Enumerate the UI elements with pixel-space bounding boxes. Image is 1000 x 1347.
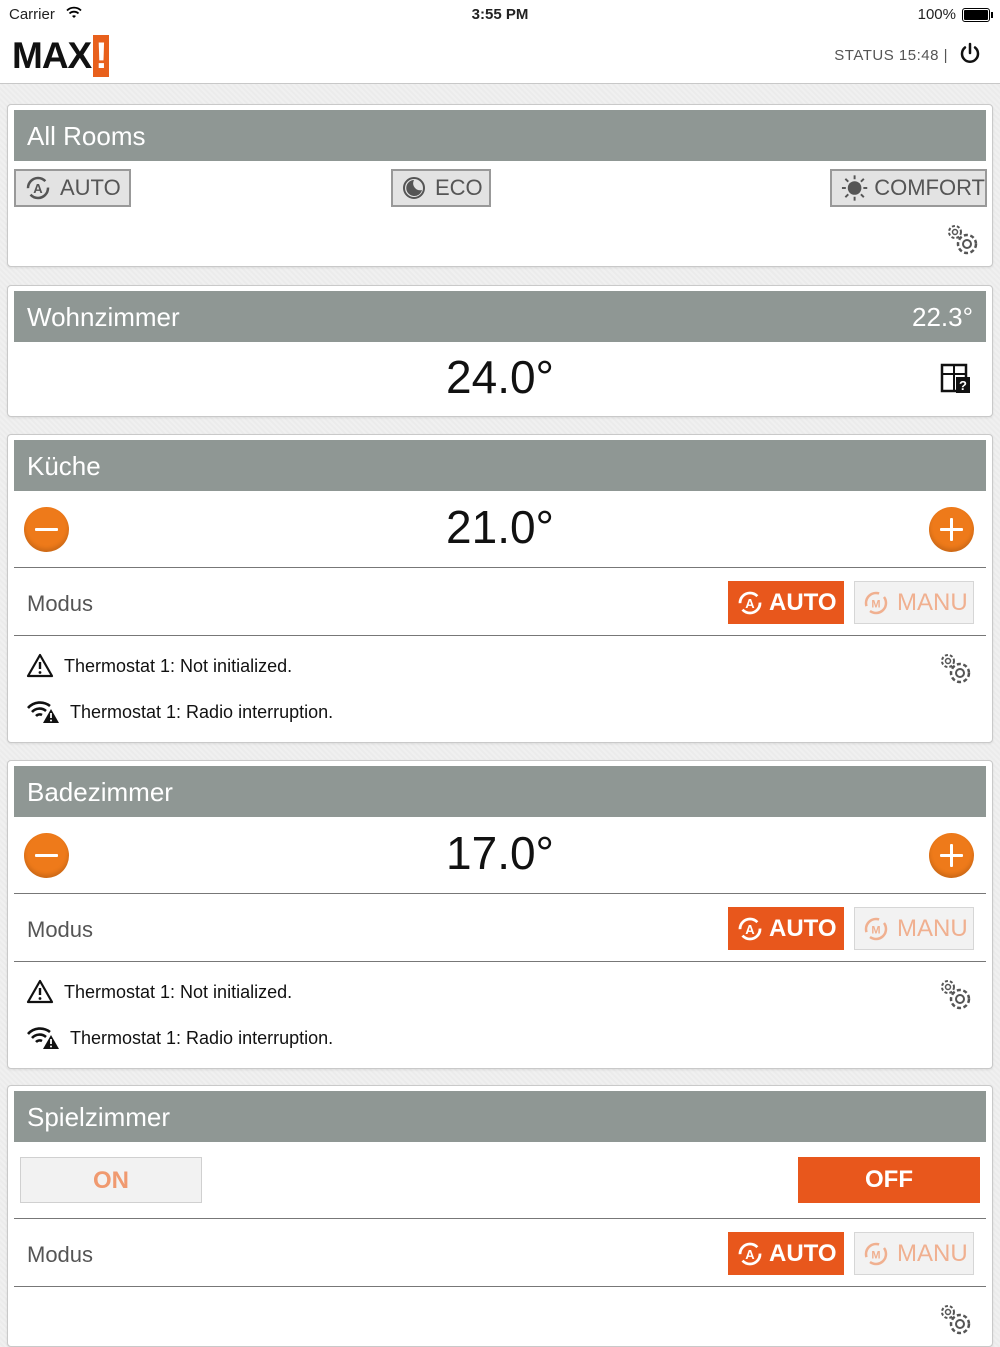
modus-label: Modus (27, 1242, 94, 1267)
warning-icon (26, 653, 54, 678)
divider (14, 635, 986, 636)
window-status-icon[interactable]: ? (940, 363, 972, 395)
room-name: Spielzimmer (27, 1102, 171, 1132)
modus-label: Modus (27, 591, 94, 616)
clock: 3:55 PM (471, 6, 529, 23)
mode-manu-button[interactable]: M MANU (854, 1232, 974, 1275)
increase-temp-button[interactable] (929, 507, 974, 552)
mode-auto-button[interactable]: A AUTO (728, 581, 844, 624)
battery-icon (962, 8, 993, 22)
svg-text:M: M (871, 924, 880, 936)
card-header: All Rooms (14, 110, 986, 161)
status-message: Thermostat 1: Radio interruption. (26, 700, 333, 724)
svg-text:A: A (745, 1247, 755, 1262)
setpoint-temperature: 21.0° (446, 501, 554, 553)
auto-mode-icon: A (738, 591, 762, 614)
card-header: Wohnzimmer 22.3° (14, 291, 986, 342)
gear-icon[interactable] (937, 1302, 973, 1338)
increase-temp-button[interactable] (929, 833, 974, 878)
divider (14, 1218, 986, 1219)
room-card-wohnzimmer: Wohnzimmer 22.3° 24.0° ? (7, 285, 993, 417)
comfort-sun-icon (841, 175, 868, 201)
divider (14, 1286, 986, 1287)
svg-text:A: A (33, 181, 43, 196)
auto-mode-icon: A (738, 1242, 762, 1265)
mode-manu-button[interactable]: M MANU (854, 907, 974, 950)
room-name: Wohnzimmer (27, 302, 180, 332)
gear-icon[interactable] (937, 651, 973, 687)
room-card-spielzimmer: Spielzimmer ON OFF Modus A AUTO M MANU (7, 1085, 993, 1347)
room-name: Badezimmer (27, 777, 173, 807)
all-comfort-button[interactable]: COMFORT (830, 169, 987, 207)
svg-text:A: A (745, 922, 755, 937)
svg-text:M: M (871, 1249, 880, 1261)
max-logo: MAX! (12, 35, 109, 77)
mode-auto-button[interactable]: A AUTO (728, 1232, 844, 1275)
status-message: Thermostat 1: Radio interruption. (26, 1026, 333, 1050)
app-header: MAX! STATUS 15:48 | (0, 30, 1000, 84)
manual-mode-icon: M (864, 1242, 888, 1265)
divider (14, 961, 986, 962)
card-title: All Rooms (27, 121, 146, 151)
current-temperature: 22.3° (911, 302, 973, 332)
room-name: Küche (27, 451, 101, 481)
setpoint-temperature: 17.0° (446, 827, 554, 879)
mode-auto-button[interactable]: A AUTO (728, 907, 844, 950)
auto-mode-icon: A (26, 176, 50, 200)
off-button[interactable]: OFF (798, 1157, 980, 1203)
battery-percentage: 100% (917, 6, 956, 23)
divider (14, 567, 986, 568)
card-header: Küche (14, 440, 986, 491)
radio-warning-icon (27, 1027, 59, 1049)
radio-warning-icon (27, 701, 59, 723)
status-message: Thermostat 1: Not initialized. (26, 979, 292, 1005)
eco-moon-icon (403, 177, 425, 199)
all-auto-button[interactable]: A AUTO (14, 169, 131, 207)
gear-icon[interactable] (944, 222, 980, 258)
auto-mode-icon: A (738, 917, 762, 940)
svg-text:M: M (871, 598, 880, 610)
status-message: Thermostat 1: Not initialized. (26, 653, 292, 679)
power-icon[interactable] (958, 42, 982, 66)
modus-label: Modus (27, 917, 94, 942)
svg-text:?: ? (959, 378, 967, 393)
manual-mode-icon: M (864, 591, 888, 614)
card-header: Badezimmer (14, 766, 986, 817)
card-header: Spielzimmer (14, 1091, 986, 1142)
warning-icon (26, 979, 54, 1004)
on-button[interactable]: ON (20, 1157, 202, 1203)
all-rooms-card: All Rooms A AUTO ECO COMFORT (7, 104, 993, 267)
svg-text:A: A (745, 596, 755, 611)
divider (14, 893, 986, 894)
ios-status-bar: Carrier 3:55 PM 100% (0, 0, 1000, 30)
status-label[interactable]: STATUS 15:48 | (834, 47, 948, 64)
mode-manu-button[interactable]: M MANU (854, 581, 974, 624)
room-card-badezimmer: Badezimmer 17.0° Modus A AUTO M MANU The… (7, 760, 993, 1069)
room-card-kueche: Küche 21.0° Modus A AUTO M MANU Thermost… (7, 434, 993, 743)
manual-mode-icon: M (864, 917, 888, 940)
all-eco-button[interactable]: ECO (391, 169, 491, 207)
setpoint-temperature: 24.0° (446, 351, 554, 403)
gear-icon[interactable] (937, 977, 973, 1013)
